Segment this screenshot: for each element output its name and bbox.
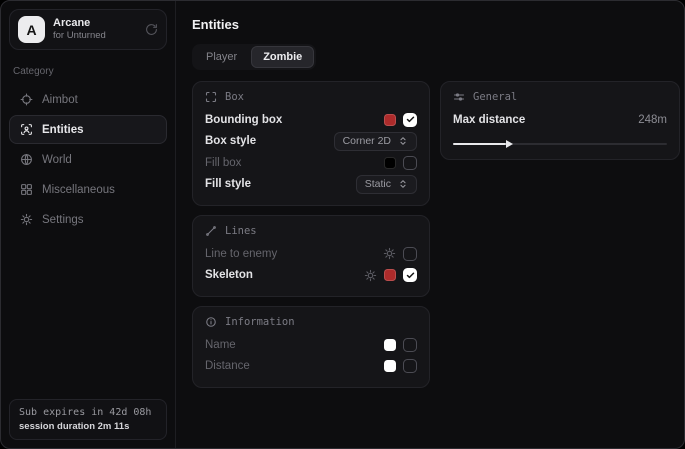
app-window: A Arcane for Unturned Category Aimbot En…	[0, 0, 685, 449]
row-bounding-box: Bounding box	[205, 109, 417, 131]
sub-expiry-text: Sub expires in 42d 08h	[19, 407, 157, 418]
row-settings-gear-icon[interactable]	[364, 269, 377, 282]
sidebar-spacer	[9, 235, 167, 399]
max-distance-slider-fill	[453, 143, 506, 146]
subscription-card: Sub expires in 42d 08h session duration …	[9, 399, 167, 440]
information-card: Information Name Distance	[192, 306, 430, 388]
dropdown-value: Static	[365, 178, 391, 190]
dropdown-value: Corner 2D	[343, 135, 391, 147]
sidebar-item-settings[interactable]: Settings	[9, 205, 167, 234]
sync-icon[interactable]	[145, 23, 158, 36]
left-column: Box Bounding box Box style Corner 2D	[192, 81, 430, 388]
sidebar-item-label: World	[42, 154, 72, 166]
sidebar-item-label: Aimbot	[42, 94, 78, 106]
row-label: Max distance	[453, 114, 525, 126]
lines-card-header: Lines	[205, 225, 417, 237]
app-logo: A	[18, 16, 45, 43]
sidebar-item-label: Entities	[42, 124, 84, 136]
app-title-block: Arcane for Unturned	[53, 17, 137, 43]
tab-player[interactable]: Player	[194, 46, 249, 68]
box-card: Box Bounding box Box style Corner 2D	[192, 81, 430, 206]
section-title: Information	[225, 316, 295, 328]
tab-bar: Player Zombie	[192, 44, 316, 70]
sliders-icon	[453, 91, 465, 103]
person-scan-icon	[20, 123, 33, 136]
max-distance-slider[interactable]	[453, 140, 667, 149]
row-label: Fill style	[205, 178, 251, 190]
box-card-header: Box	[205, 91, 417, 103]
box-style-dropdown[interactable]: Corner 2D	[334, 132, 417, 151]
row-label: Line to enemy	[205, 248, 277, 260]
row-skeleton: Skeleton	[205, 265, 417, 287]
row-distance: Distance	[205, 356, 417, 378]
row-max-distance: Max distance 248m	[453, 109, 667, 131]
information-card-header: Information	[205, 316, 417, 328]
row-fill-style: Fill style Static	[205, 174, 417, 196]
row-settings-gear-icon[interactable]	[383, 247, 396, 260]
general-card: General Max distance 248m	[440, 81, 680, 160]
category-label: Category	[13, 66, 163, 77]
info-icon	[205, 316, 217, 328]
row-name: Name	[205, 334, 417, 356]
row-label: Fill box	[205, 157, 241, 169]
sidebar-item-aimbot[interactable]: Aimbot	[9, 85, 167, 114]
section-title: General	[473, 91, 517, 103]
color-swatch[interactable]	[384, 157, 396, 169]
sidebar: A Arcane for Unturned Category Aimbot En…	[1, 1, 176, 448]
color-swatch[interactable]	[384, 269, 396, 281]
grid-icon	[20, 183, 33, 196]
row-line-to-enemy: Line to enemy	[205, 243, 417, 265]
chevron-up-down-icon	[398, 136, 408, 146]
fill-style-dropdown[interactable]: Static	[356, 175, 417, 194]
row-fill-box: Fill box	[205, 152, 417, 174]
checkbox[interactable]	[403, 247, 417, 261]
max-distance-value: 248m	[638, 114, 667, 126]
sidebar-item-label: Settings	[42, 214, 84, 226]
lines-card: Lines Line to enemy Skeleton	[192, 215, 430, 297]
diagonal-line-icon	[205, 225, 217, 237]
main-content: Entities Player Zombie Box Bounding box	[176, 1, 685, 448]
box-corners-icon	[205, 91, 217, 103]
sidebar-item-label: Miscellaneous	[42, 184, 115, 196]
slider-thumb[interactable]	[506, 140, 513, 148]
checkbox[interactable]	[403, 338, 417, 352]
row-label: Bounding box	[205, 114, 282, 126]
right-column: General Max distance 248m	[440, 81, 680, 160]
checkbox[interactable]	[403, 113, 417, 127]
row-label: Distance	[205, 360, 250, 372]
app-name: Arcane	[53, 17, 137, 31]
color-swatch[interactable]	[384, 114, 396, 126]
logo-letter: A	[26, 22, 36, 38]
color-swatch[interactable]	[384, 339, 396, 351]
sidebar-item-miscellaneous[interactable]: Miscellaneous	[9, 175, 167, 204]
row-label: Box style	[205, 135, 256, 147]
app-logo-card: A Arcane for Unturned	[9, 9, 167, 50]
session-duration-text: session duration 2m 11s	[19, 421, 157, 432]
checkbox[interactable]	[403, 156, 417, 170]
tab-zombie[interactable]: Zombie	[251, 46, 314, 68]
content-columns: Box Bounding box Box style Corner 2D	[192, 81, 680, 388]
checkbox[interactable]	[403, 359, 417, 373]
color-swatch[interactable]	[384, 360, 396, 372]
section-title: Lines	[225, 225, 257, 237]
sidebar-item-entities[interactable]: Entities	[9, 115, 167, 144]
globe-icon	[20, 153, 33, 166]
row-label: Name	[205, 339, 236, 351]
app-subtitle: for Unturned	[53, 30, 137, 42]
general-card-header: General	[453, 91, 667, 103]
row-box-style: Box style Corner 2D	[205, 131, 417, 153]
gear-icon	[20, 213, 33, 226]
checkbox[interactable]	[403, 268, 417, 282]
section-title: Box	[225, 91, 244, 103]
chevron-up-down-icon	[398, 179, 408, 189]
crosshair-icon	[20, 93, 33, 106]
row-label: Skeleton	[205, 269, 253, 281]
page-title: Entities	[192, 17, 680, 32]
sidebar-item-world[interactable]: World	[9, 145, 167, 174]
